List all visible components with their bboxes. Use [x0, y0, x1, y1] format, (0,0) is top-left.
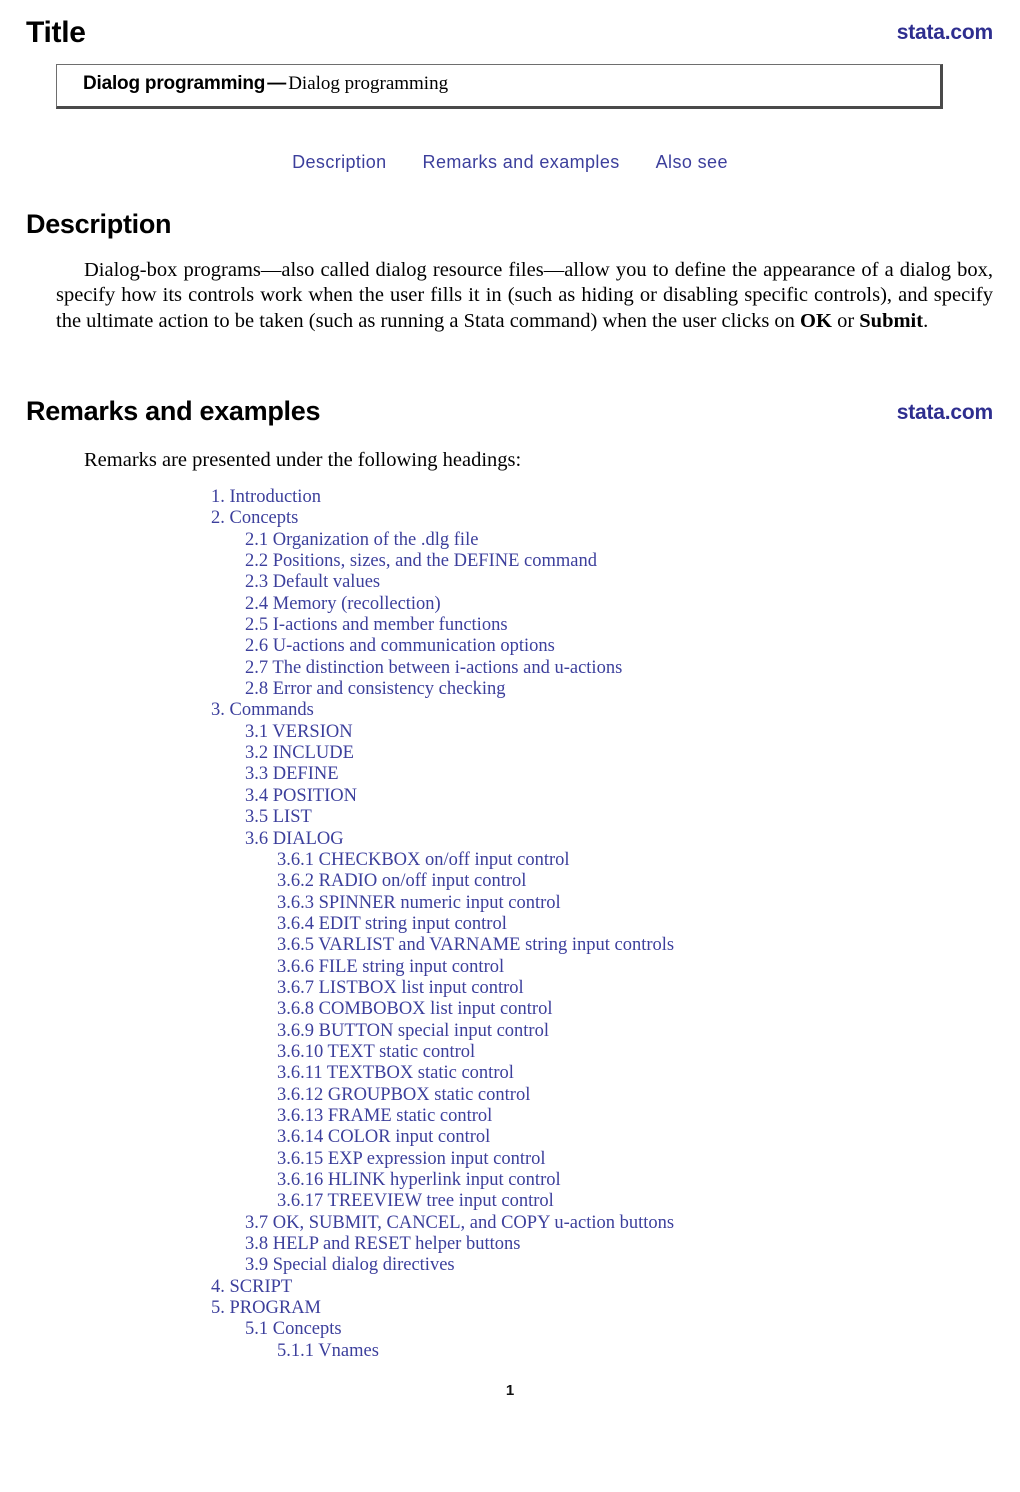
- remarks-table-of-contents: 1. Introduction 2. Concepts 2.1 Organizati…: [0, 487, 1020, 1362]
- entry-title-box: Dialog programming — Dialog programming: [56, 64, 943, 109]
- toc-item[interactable]: 3.6.9 BUTTON special input control: [0, 1021, 1020, 1042]
- toc-item[interactable]: 3.6.16 HLINK hyperlink input control: [0, 1170, 1020, 1191]
- toc-item[interactable]: 3.2 INCLUDE: [0, 743, 1020, 764]
- toc-item[interactable]: 3.6.1 CHECKBOX on/off input control: [0, 850, 1020, 871]
- description-bold-ok: OK: [800, 309, 832, 332]
- stata-com-link-remarks[interactable]: stata.com: [897, 400, 993, 425]
- nav-link-also-see[interactable]: Also see: [656, 152, 728, 172]
- entry-description: Dialog programming: [288, 73, 449, 94]
- stata-com-link-header[interactable]: stata.com: [897, 20, 993, 45]
- toc-item[interactable]: 3.9 Special dialog directives: [0, 1255, 1020, 1276]
- nav-link-remarks-and-examples[interactable]: Remarks and examples: [423, 152, 620, 172]
- toc-item[interactable]: 3.8 HELP and RESET helper buttons: [0, 1234, 1020, 1255]
- description-text-part2: or: [831, 309, 860, 332]
- toc-item[interactable]: 3.6.3 SPINNER numeric input control: [0, 893, 1020, 914]
- toc-item[interactable]: 5.1.1 Vnames: [0, 1341, 1020, 1362]
- entry-dash: —: [267, 73, 287, 94]
- toc-item[interactable]: 3.6.14 COLOR input control: [0, 1127, 1020, 1148]
- entry-title-text: Dialog programming — Dialog programming: [83, 73, 448, 95]
- nav-link-description[interactable]: Description: [292, 152, 386, 172]
- description-paragraph: Dialog-box programs—also called dialog r…: [56, 258, 993, 334]
- toc-item[interactable]: 3.6.11 TEXTBOX static control: [0, 1063, 1020, 1084]
- page-number: 1: [505, 1382, 515, 1399]
- toc-item[interactable]: 3.6.7 LISTBOX list input control: [0, 978, 1020, 999]
- toc-item[interactable]: 3.6.12 GROUPBOX static control: [0, 1085, 1020, 1106]
- toc-item[interactable]: 2. Concepts: [0, 508, 1020, 529]
- section-nav-links: Description Remarks and examples Also see: [0, 150, 1020, 174]
- toc-item[interactable]: 2.6 U-actions and communication options: [0, 636, 1020, 657]
- toc-item[interactable]: 2.1 Organization of the .dlg file: [0, 530, 1020, 551]
- page-header: Title stata.com: [26, 16, 993, 54]
- section-heading-remarks-and-examples: Remarks and examples: [26, 396, 321, 426]
- toc-item[interactable]: 3.1 VERSION: [0, 722, 1020, 743]
- toc-item[interactable]: 2.3 Default values: [0, 572, 1020, 593]
- toc-item[interactable]: 3.6.8 COMBOBOX list input control: [0, 999, 1020, 1020]
- toc-item[interactable]: 4. SCRIPT: [0, 1277, 1020, 1298]
- toc-item[interactable]: 3.6 DIALOG: [0, 829, 1020, 850]
- toc-item[interactable]: 3.3 DEFINE: [0, 764, 1020, 785]
- description-text-part3: .: [923, 309, 929, 332]
- document-page: Title stata.com Dialog programming — Dialo…: [0, 0, 1020, 1492]
- toc-item[interactable]: 1. Introduction: [0, 487, 1020, 508]
- toc-item[interactable]: 3.6.13 FRAME static control: [0, 1106, 1020, 1127]
- toc-item[interactable]: 3.4 POSITION: [0, 786, 1020, 807]
- toc-item[interactable]: 3.7 OK, SUBMIT, CANCEL, and COPY u-actio…: [0, 1213, 1020, 1234]
- remarks-intro-paragraph: Remarks are presented under the followin…: [84, 449, 522, 471]
- toc-item[interactable]: 5. PROGRAM: [0, 1298, 1020, 1319]
- toc-item[interactable]: 3.5 LIST: [0, 807, 1020, 828]
- toc-item[interactable]: 2.8 Error and consistency checking: [0, 679, 1020, 700]
- section-heading-description: Description: [26, 209, 172, 239]
- toc-item[interactable]: 3.6.10 TEXT static control: [0, 1042, 1020, 1063]
- toc-item[interactable]: 3.6.17 TREEVIEW tree input control: [0, 1191, 1020, 1212]
- toc-item[interactable]: 5.1 Concepts: [0, 1319, 1020, 1340]
- toc-item[interactable]: 3. Commands: [0, 700, 1020, 721]
- toc-item[interactable]: 2.2 Positions, sizes, and the DEFINE com…: [0, 551, 1020, 572]
- toc-item[interactable]: 2.4 Memory (recollection): [0, 594, 1020, 615]
- toc-item[interactable]: 3.6.2 RADIO on/off input control: [0, 871, 1020, 892]
- toc-item[interactable]: 3.6.6 FILE string input control: [0, 957, 1020, 978]
- toc-item[interactable]: 2.7 The distinction between i-actions an…: [0, 658, 1020, 679]
- entry-name: Dialog programming: [83, 73, 266, 94]
- toc-item[interactable]: 2.5 I-actions and member functions: [0, 615, 1020, 636]
- description-bold-submit: Submit: [859, 309, 924, 332]
- toc-item[interactable]: 3.6.5 VARLIST and VARNAME string input c…: [0, 935, 1020, 956]
- toc-item[interactable]: 3.6.15 EXP expression input control: [0, 1149, 1020, 1170]
- page-title: Title: [26, 16, 86, 49]
- toc-item[interactable]: 3.6.4 EDIT string input control: [0, 914, 1020, 935]
